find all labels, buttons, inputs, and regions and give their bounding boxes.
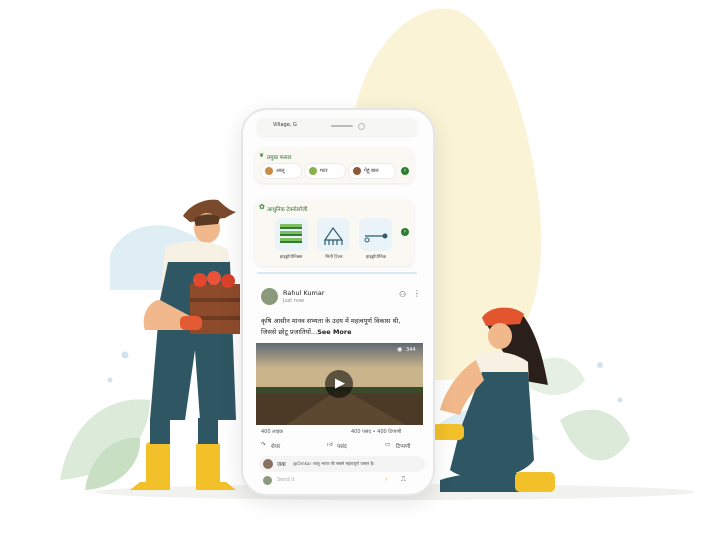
hydroponics-icon <box>280 224 302 243</box>
decor-dot <box>597 362 603 368</box>
phone-top-bar: Village, G <box>257 118 417 136</box>
more-options-icon[interactable]: ⋮ <box>413 289 421 298</box>
section-divider <box>257 272 417 274</box>
tech-tile[interactable] <box>275 218 308 251</box>
comment-preview: जया @Omkar आलू भारत की सबसे महत्वपूर्ण फ… <box>259 456 425 472</box>
crop-chip-label: आलू <box>276 168 285 174</box>
crop-chip[interactable]: आलू <box>261 164 301 178</box>
wheat-icon <box>353 167 361 175</box>
crop-chip-label: मटर <box>320 168 328 174</box>
peas-icon <box>309 167 317 175</box>
like-icon: 👍︎ <box>327 442 333 448</box>
post-text-line: कृषि आसीन मानव सभ्यता के उदय में महत्वपू… <box>261 317 401 325</box>
woman-face <box>488 323 512 349</box>
tech-card: ✿ आधुनिक टेक्नोलॉजी हाइड्रोपोनिक्स मिनी … <box>255 200 414 266</box>
comment-button[interactable]: टिप्पणी <box>396 442 410 450</box>
tech-tile-label: हाइड्रोपोनिक <box>365 255 387 260</box>
woman-glove <box>432 424 464 440</box>
post-text: कृषि आसीन मानव सभ्यता के उदय में महत्वपू… <box>261 316 421 338</box>
comment-user: जया <box>277 462 286 468</box>
chevron-right-icon[interactable]: › <box>401 228 409 236</box>
share-icon: ↷ <box>261 442 266 448</box>
location-label[interactable]: Village, G <box>273 122 297 128</box>
engagement-stats: 400 पसंद • 400 टिप्पणी <box>351 429 402 435</box>
tech-tile-label: हाइड्रोपोनिक्स <box>279 255 303 260</box>
play-button[interactable]: ▶ <box>325 370 353 398</box>
phone-notch <box>331 125 353 127</box>
tech-tile[interactable] <box>317 218 350 251</box>
share-button[interactable]: शेयर <box>271 442 280 450</box>
comment-icon: ▭ <box>385 442 391 448</box>
decor-dot <box>617 397 623 403</box>
leaf-right <box>560 409 630 461</box>
likes-count: 400 लाइक <box>261 429 284 435</box>
attach-icon[interactable]: ⎍ <box>401 475 406 484</box>
farmer-leg-right <box>198 418 218 444</box>
chevron-right-icon[interactable]: › <box>401 167 409 175</box>
tech-tile[interactable] <box>359 218 392 251</box>
gear-icon: ✿ <box>259 203 265 211</box>
potato-icon <box>265 167 273 175</box>
crop-chip[interactable]: गेहूं बाल <box>349 164 395 178</box>
crate-slat <box>190 298 240 302</box>
post-text-line: जिससे छोटू प्रजातियों... <box>261 328 318 336</box>
phone-mockup: Village, G ❦ प्रमुख फसल आलू मटर गेहूं बा… <box>241 108 435 496</box>
camera-icon <box>358 123 365 130</box>
view-count: 344 <box>406 347 416 353</box>
add-user-icon[interactable]: ⚇ <box>399 290 406 299</box>
crop-chip[interactable]: मटर <box>305 164 345 178</box>
farmer-leg-left <box>150 418 170 444</box>
tomato <box>193 273 207 287</box>
crops-card: ❦ प्रमुख फसल आलू मटर गेहूं बाल › <box>255 148 414 183</box>
play-icon: ▶ <box>335 376 345 391</box>
comment-text: @Omkar आलू भारत की सबसे महत्वपूर्ण फसल ह… <box>293 461 375 466</box>
avatar <box>263 476 272 485</box>
avatar <box>263 459 273 469</box>
tech-card-title: आधुनिक टेक्नोलॉजी <box>267 207 308 213</box>
reply-input[interactable]: Send it <box>277 477 295 483</box>
eye-icon: ◉ <box>397 346 403 353</box>
send-arrow-icon[interactable]: › <box>385 476 387 483</box>
crops-card-title: प्रमुख फसल <box>267 155 292 161</box>
tomato <box>207 271 221 285</box>
post-time: Just now <box>283 298 305 304</box>
post-author[interactable]: Rahul Kumar <box>283 289 325 297</box>
crop-chip-label: गेहूं बाल <box>364 168 379 174</box>
sprayer-icon <box>364 233 388 243</box>
farmer-glove <box>180 316 202 330</box>
see-more-link[interactable]: See More <box>317 328 351 336</box>
farmer-boot-toe <box>196 482 236 490</box>
mini-tiller-icon <box>323 226 344 245</box>
decor-dot <box>107 377 113 383</box>
decor-dot <box>121 351 129 359</box>
sprout-icon: ❦ <box>259 152 265 159</box>
like-button[interactable]: पसंद <box>337 442 347 450</box>
post-video[interactable]: ◉ 344 ▶ <box>256 343 423 425</box>
tech-tile-label: मिनी टिलर <box>325 255 343 260</box>
avatar[interactable] <box>261 288 278 305</box>
tomato <box>221 274 235 288</box>
woman-boot <box>515 472 555 492</box>
farmer-boot-toe <box>130 482 170 490</box>
